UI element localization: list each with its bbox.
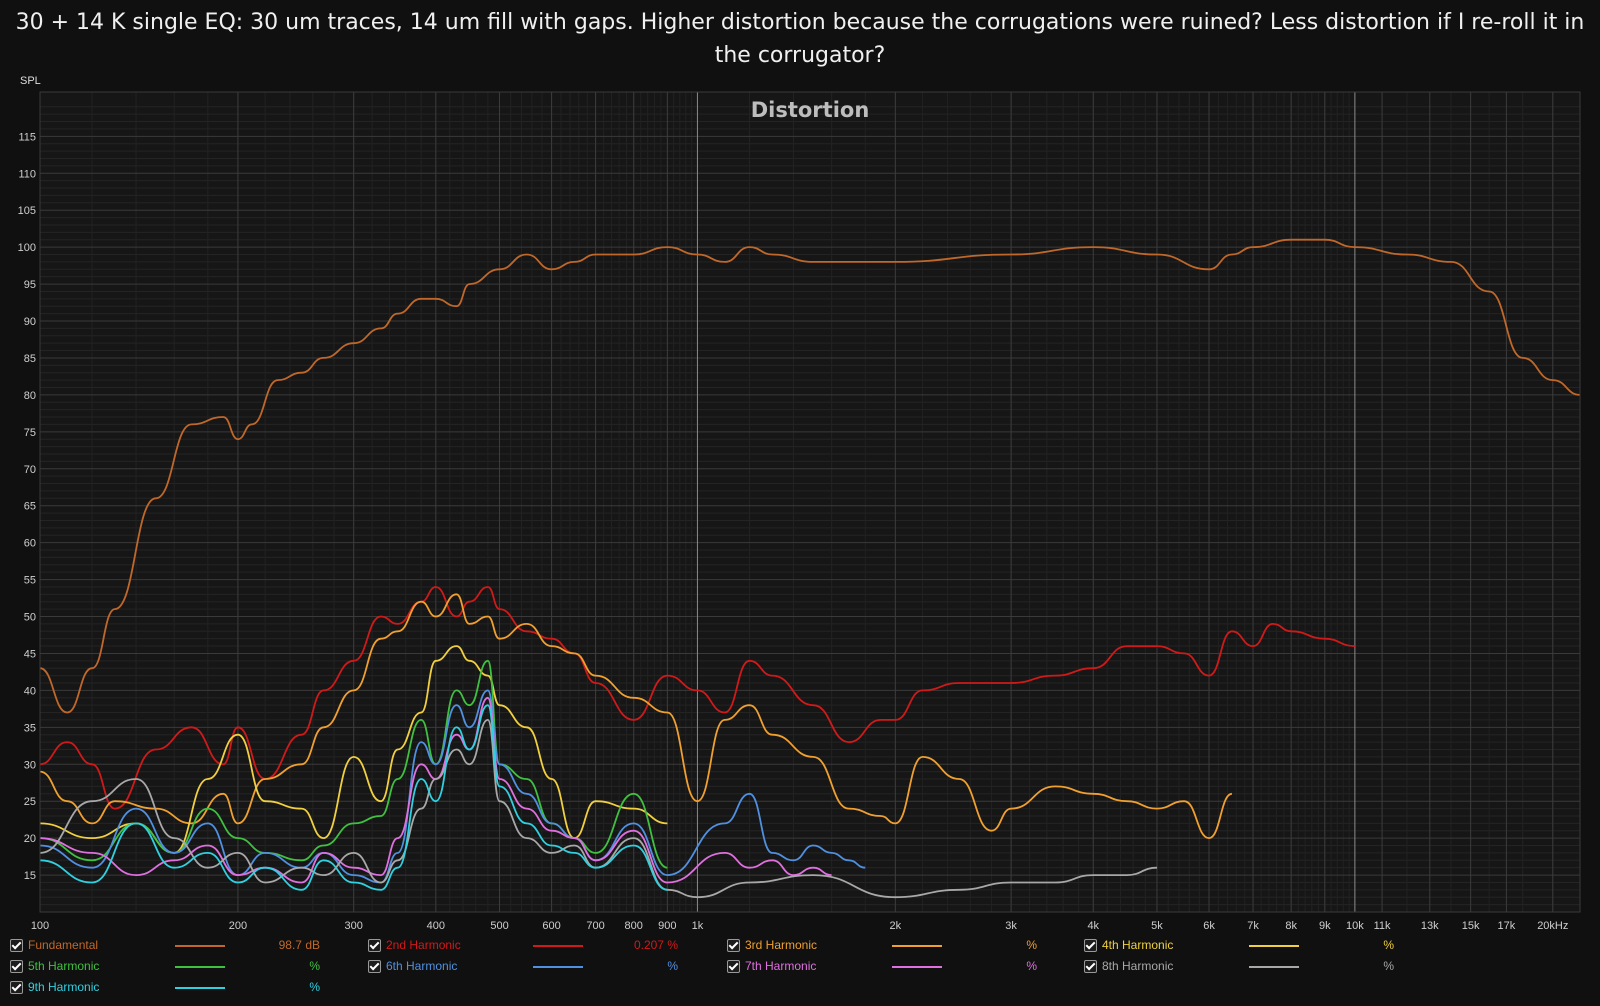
legend-label: 4th Harmonic [1102, 938, 1174, 952]
x-tick-label: 200 [229, 920, 247, 932]
legend-item-9th-harmonic[interactable]: 9th Harmonic % [10, 980, 330, 998]
distortion-chart: SPL Distortion 15 20 25 30 35 40 45 50 55 60 65 70 7… [18, 75, 1581, 932]
legend-label: 3rd Harmonic [745, 938, 818, 952]
legend-item-3rd-harmonic[interactable]: 3rd Harmonic % [727, 938, 1047, 956]
x-tick-label: 800 [625, 920, 643, 932]
legend-value: 98.7 dB [278, 938, 320, 952]
legend-checkbox[interactable] [10, 939, 23, 952]
legend-item-2nd-harmonic[interactable]: 2nd Harmonic 0.207 % [368, 938, 688, 956]
x-tick-label: 100 [31, 920, 49, 932]
y-tick-label: 100 [18, 242, 36, 254]
legend-checkbox[interactable] [1084, 960, 1097, 973]
legend-item-4th-harmonic[interactable]: 4th Harmonic % [1084, 938, 1404, 956]
legend-label: 5th Harmonic [28, 959, 100, 973]
legend-value: % [1383, 938, 1394, 952]
legend-item-8th-harmonic[interactable]: 8th Harmonic % [1084, 959, 1404, 977]
legend-value: % [1026, 938, 1037, 952]
legend-item-fundamental[interactable]: Fundamental 98.7 dB [10, 938, 330, 956]
x-tick-label: 10k [1346, 920, 1364, 932]
legend-checkbox[interactable] [368, 960, 381, 973]
legend-swatch [892, 945, 942, 947]
legend-item-5th-harmonic[interactable]: 5th Harmonic % [10, 959, 330, 977]
legend-checkbox[interactable] [727, 960, 740, 973]
legend-swatch [175, 987, 225, 989]
y-tick-label: 50 [24, 612, 36, 624]
legend-checkbox[interactable] [727, 939, 740, 952]
x-tick-label: 1k [692, 920, 704, 932]
x-tick-label: 15k [1462, 920, 1480, 932]
x-tick-label: 11k [1374, 920, 1391, 932]
legend-label: 7th Harmonic [745, 959, 817, 973]
x-tick-label: 400 [427, 920, 445, 932]
y-tick-label: 115 [18, 131, 36, 143]
legend-checkbox[interactable] [1084, 939, 1097, 952]
y-tick-label: 85 [24, 353, 36, 365]
x-tick-label: 3k [1005, 920, 1017, 932]
legend-item-7th-harmonic[interactable]: 7th Harmonic % [727, 959, 1047, 977]
legend-value: % [1026, 959, 1037, 973]
y-tick-label: 15 [24, 870, 36, 882]
y-tick-label: 105 [18, 205, 36, 217]
legend-label: 9th Harmonic [28, 980, 100, 994]
y-tick-label: 40 [24, 685, 36, 697]
y-tick-label: 95 [24, 279, 36, 291]
legend-value: % [309, 959, 320, 973]
legend-swatch [892, 966, 942, 968]
x-tick-label: 700 [586, 920, 604, 932]
legend-swatch [533, 966, 583, 968]
y-tick-labels: 15 20 25 30 35 40 45 50 55 60 65 70 75 80 85 90 95 100 105… [18, 131, 36, 882]
y-tick-label: 75 [24, 427, 36, 439]
y-tick-label: 25 [24, 796, 36, 808]
legend-checkbox[interactable] [10, 960, 23, 973]
x-tick-label: 20kHz [1537, 920, 1568, 932]
legend-swatch [533, 945, 583, 947]
x-tick-label: 600 [542, 920, 560, 932]
x-tick-label: 17k [1498, 920, 1516, 932]
x-tick-label: 7k [1247, 920, 1259, 932]
y-tick-label: 80 [24, 390, 36, 402]
legend-label: 6th Harmonic [386, 959, 458, 973]
x-tick-labels: 100 200 300 400 500 600 700 800 900 1k 2k 3k 4k 5k 6k 7… [31, 920, 1569, 932]
legend-value: % [309, 980, 320, 994]
y-tick-label: 110 [18, 168, 36, 180]
legend-swatch [175, 945, 225, 947]
x-tick-label: 500 [490, 920, 508, 932]
x-tick-label: 6k [1203, 920, 1215, 932]
x-tick-label: 300 [344, 920, 362, 932]
y-tick-label: 45 [24, 648, 36, 660]
y-tick-label: 55 [24, 575, 36, 587]
y-tick-label: 65 [24, 501, 36, 513]
y-tick-label: 20 [24, 833, 36, 845]
x-tick-label: 8k [1285, 920, 1297, 932]
y-tick-label: 60 [24, 538, 36, 550]
legend-swatch [1249, 966, 1299, 968]
y-tick-label: 35 [24, 722, 36, 734]
legend-swatch [1249, 945, 1299, 947]
x-tick-label: 13k [1421, 920, 1439, 932]
x-tick-label: 2k [890, 920, 902, 932]
y-axis-label: SPL [20, 75, 41, 87]
legend-value: 0.207 % [633, 938, 678, 952]
legend-label: 8th Harmonic [1102, 959, 1174, 973]
legend-item-6th-harmonic[interactable]: 6th Harmonic % [368, 959, 688, 977]
chart-title: Distortion [751, 98, 870, 122]
x-tick-label: 900 [658, 920, 676, 932]
legend-label: Fundamental [28, 938, 99, 952]
legend-checkbox[interactable] [368, 939, 381, 952]
legend-label: 2nd Harmonic [386, 938, 461, 952]
x-tick-label: 9k [1319, 920, 1331, 932]
y-tick-label: 30 [24, 759, 36, 771]
legend-swatch [175, 966, 225, 968]
x-tick-label: 5k [1151, 920, 1163, 932]
legend-value: % [667, 959, 678, 973]
y-tick-label: 90 [24, 316, 36, 328]
legend-value: % [1383, 959, 1394, 973]
y-tick-label: 70 [24, 464, 36, 476]
legend: Fundamental 98.7 dB 2nd Harmonic 0.207 %… [0, 938, 1600, 1006]
legend-checkbox[interactable] [10, 981, 23, 994]
x-tick-label: 4k [1087, 920, 1099, 932]
